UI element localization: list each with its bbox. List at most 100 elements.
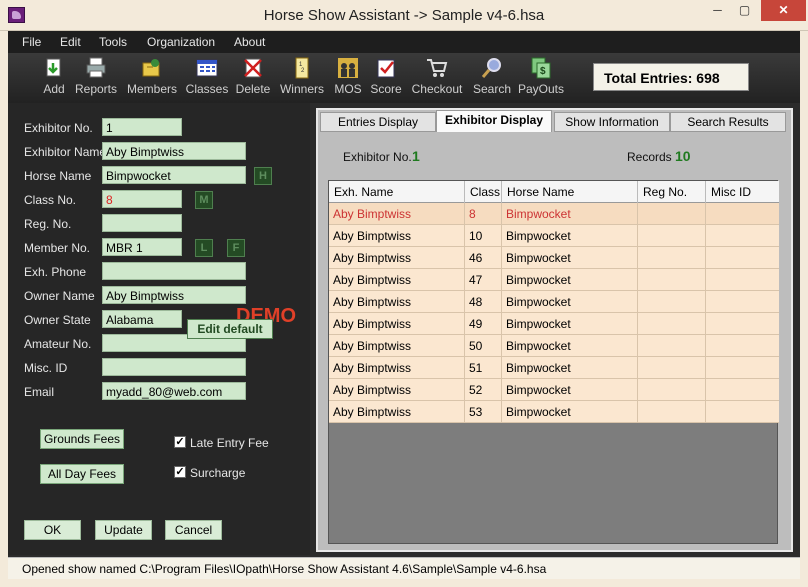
col-exh-name[interactable]: Exh. Name [329, 181, 465, 203]
all-day-fees-button[interactable]: All Day Fees [40, 464, 124, 484]
tab-exhibitor-display[interactable]: Exhibitor Display [436, 110, 552, 132]
maximize-button[interactable]: ▢ [731, 0, 758, 21]
table-cell [706, 335, 779, 357]
table-cell [706, 401, 779, 423]
window-border-left [0, 31, 8, 579]
table-cell: 8 [465, 203, 502, 225]
table-cell: Bimpwocket [502, 379, 638, 401]
table-cell [706, 357, 779, 379]
col-misc-id[interactable]: Misc ID [706, 181, 779, 203]
menu-organization[interactable]: Organization [147, 35, 215, 49]
horse-name-field[interactable]: Bimpwocket [102, 166, 246, 184]
table-row[interactable]: Aby Bimptwiss 8 Bimpwocket [329, 203, 779, 225]
total-entries-box: Total Entries: 698 [593, 63, 749, 91]
surcharge-checkbox[interactable]: ✓ [174, 466, 186, 478]
menu-about[interactable]: About [234, 35, 265, 49]
members-label: Members [126, 82, 177, 96]
window-border-right [800, 31, 808, 579]
ok-button[interactable]: OK [24, 520, 81, 540]
cancel-button[interactable]: Cancel [165, 520, 222, 540]
col-class[interactable]: Class [465, 181, 502, 203]
menu-file[interactable]: File [22, 35, 41, 49]
table-cell: Bimpwocket [502, 203, 638, 225]
owner-state-field[interactable]: Alabama [102, 310, 182, 328]
exhibitor-name-field[interactable]: Aby Bimptwiss [102, 142, 246, 160]
table-row[interactable]: Aby Bimptwiss 50 Bimpwocket [329, 335, 779, 357]
search-icon [481, 58, 501, 78]
summary-exhibitor-label: Exhibitor No. [343, 150, 412, 164]
tab-entries-display[interactable]: Entries Display [320, 112, 436, 132]
table-row[interactable]: Aby Bimptwiss 52 Bimpwocket [329, 379, 779, 401]
horse-lookup-button[interactable]: H [254, 167, 272, 185]
status-bar: Opened show named C:\Program Files\IOpat… [8, 557, 800, 579]
table-row[interactable]: Aby Bimptwiss 48 Bimpwocket [329, 291, 779, 313]
menu-tools[interactable]: Tools [99, 35, 127, 49]
table-row[interactable]: Aby Bimptwiss 10 Bimpwocket [329, 225, 779, 247]
label-reg-no: Reg. No. [24, 217, 72, 231]
total-entries: Total Entries: 698 [604, 70, 720, 86]
table-row[interactable]: Aby Bimptwiss 51 Bimpwocket [329, 357, 779, 379]
close-button[interactable]: ✕ [761, 0, 806, 21]
col-reg-no[interactable]: Reg No. [638, 181, 706, 203]
table-cell [706, 313, 779, 335]
table-cell: 10 [465, 225, 502, 247]
label-owner-name: Owner Name [24, 289, 95, 303]
table-cell: Aby Bimptwiss [329, 335, 465, 357]
table-cell [638, 247, 706, 269]
table-cell [706, 291, 779, 313]
tab-show-information[interactable]: Show Information [554, 112, 670, 132]
email-field[interactable]: myadd_80@web.com [102, 382, 246, 400]
table-row[interactable]: Aby Bimptwiss 46 Bimpwocket [329, 247, 779, 269]
label-owner-state: Owner State [24, 313, 91, 327]
table-cell: 52 [465, 379, 502, 401]
member-find-button[interactable]: F [227, 239, 245, 257]
table-row[interactable]: Aby Bimptwiss 47 Bimpwocket [329, 269, 779, 291]
late-entry-fee-label: Late Entry Fee [190, 436, 269, 450]
member-lookup-button[interactable]: L [195, 239, 213, 257]
checkout-button[interactable]: Checkout [407, 57, 467, 96]
table-cell [706, 225, 779, 247]
title-bar: Horse Show Assistant -> Sample v4-6.hsa … [0, 0, 808, 31]
table-cell [706, 247, 779, 269]
reports-button[interactable]: Reports [66, 57, 126, 96]
table-cell: Aby Bimptwiss [329, 203, 465, 225]
summary-exhibitor-value: 1 [412, 148, 420, 164]
status-text: Opened show named C:\Program Files\IOpat… [22, 562, 547, 576]
checkout-label: Checkout [411, 82, 463, 96]
exhibitor-no-field[interactable]: 1 [102, 118, 182, 136]
table-row[interactable]: Aby Bimptwiss 49 Bimpwocket [329, 313, 779, 335]
label-exh-phone: Exh. Phone [24, 265, 87, 279]
exh-phone-field[interactable] [102, 262, 246, 280]
printer-icon [86, 57, 106, 78]
table-row[interactable]: Aby Bimptwiss 53 Bimpwocket [329, 401, 779, 423]
label-class-no: Class No. [24, 193, 77, 207]
col-horse-name[interactable]: Horse Name [502, 181, 638, 203]
update-button[interactable]: Update [95, 520, 152, 540]
table-cell [638, 203, 706, 225]
table-cell: 50 [465, 335, 502, 357]
grounds-fees-button[interactable]: Grounds Fees [40, 429, 124, 449]
classes-icon [196, 59, 218, 77]
members-button[interactable]: Members [122, 57, 182, 96]
member-no-field[interactable]: MBR 1 [102, 238, 182, 256]
label-misc-id: Misc. ID [24, 361, 68, 375]
window-border-bottom [0, 579, 808, 587]
label-member-no: Member No. [24, 241, 91, 255]
owner-name-field[interactable]: Aby Bimptwiss [102, 286, 246, 304]
tab-search-results[interactable]: Search Results [670, 112, 786, 132]
reg-no-field[interactable] [102, 214, 182, 232]
table-cell: Aby Bimptwiss [329, 313, 465, 335]
misc-id-field[interactable] [102, 358, 246, 376]
edit-default-button[interactable]: Edit default [187, 319, 273, 339]
class-lookup-button[interactable]: M [195, 191, 213, 209]
table-cell: 46 [465, 247, 502, 269]
late-entry-fee-checkbox[interactable]: ✓ [174, 436, 186, 448]
menu-edit[interactable]: Edit [60, 35, 81, 49]
display-panel: Entries Display Exhibitor Display Show I… [316, 108, 793, 552]
class-no-field[interactable]: 8 [102, 190, 182, 208]
table-cell: Bimpwocket [502, 291, 638, 313]
payouts-button[interactable]: $ PayOuts [511, 57, 571, 96]
minimize-button[interactable]: ─ [704, 0, 731, 21]
entries-table: Exh. Name Class Horse Name Reg No. Misc … [328, 180, 779, 544]
payouts-icon: $ [531, 57, 551, 79]
